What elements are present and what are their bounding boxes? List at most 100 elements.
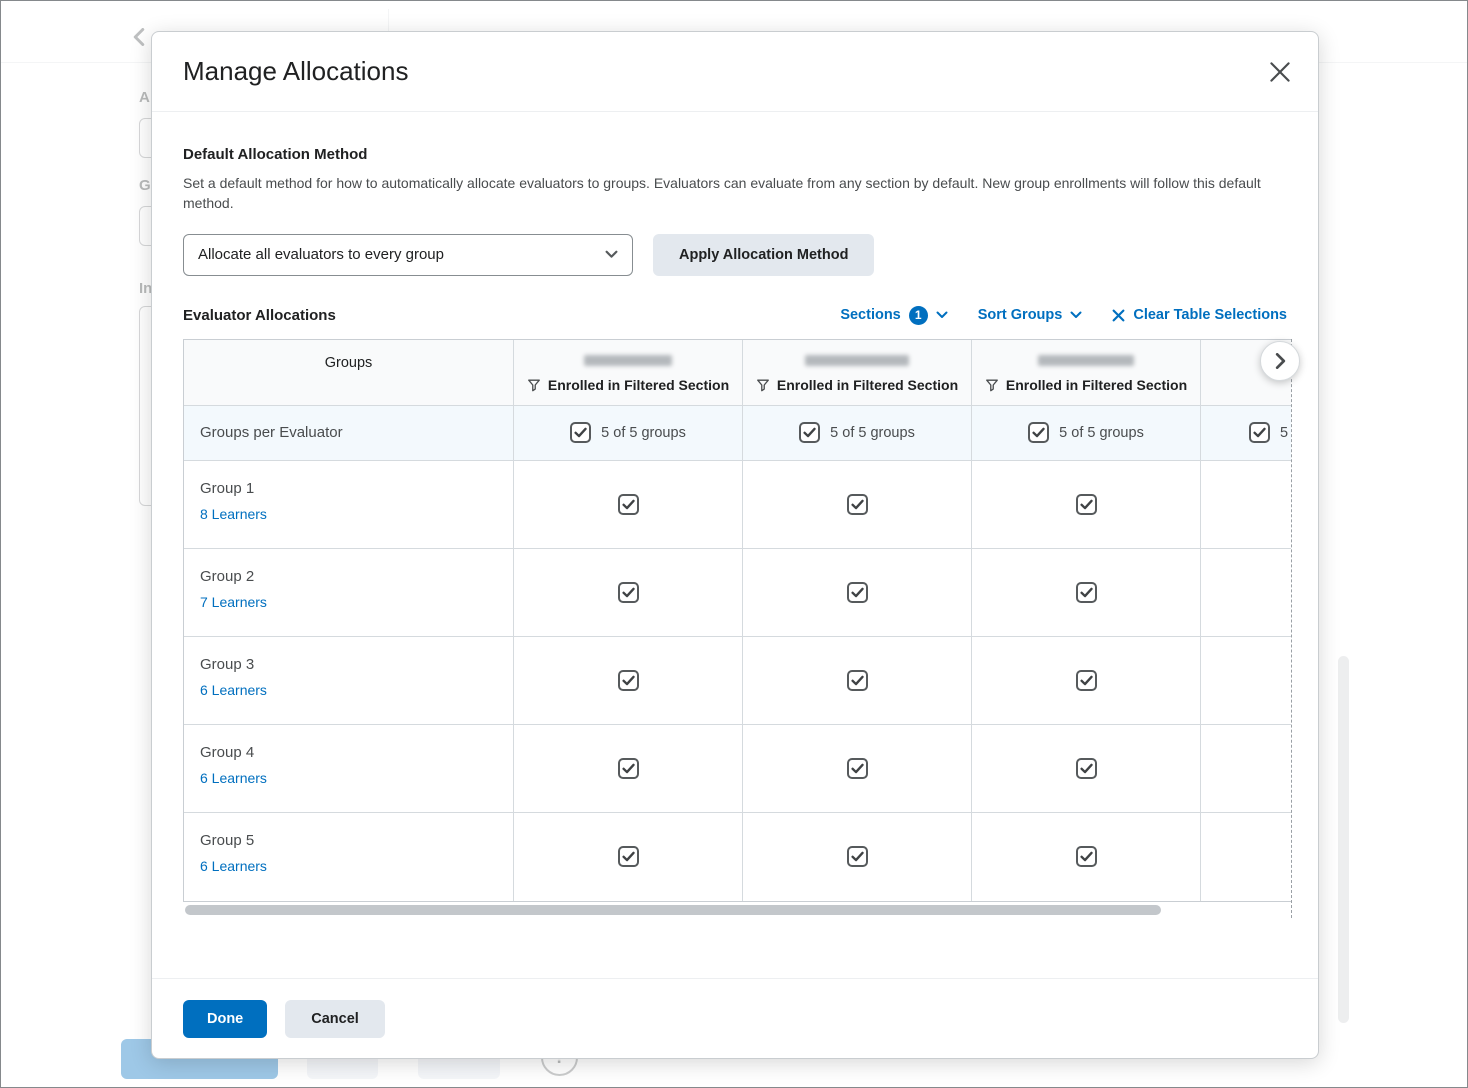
group-cell: Group 1 8 Learners [184,461,514,548]
close-button[interactable] [1262,54,1298,90]
summary-value: 5 of 5 groups [1059,425,1144,441]
manage-allocations-dialog: Manage Allocations Default Allocation Me… [151,31,1319,1059]
scroll-columns-right-button[interactable] [1260,341,1300,381]
allocation-method-value: Allocate all evaluators to every group [198,246,444,263]
allocation-checkbox[interactable] [1076,494,1097,515]
allocations-table-zone: Groups Enrolled in Filtered Section [183,339,1291,918]
browser-viewport: A G In ? Manage Allocations Default Allo… [0,0,1468,1088]
check-icon [1253,427,1266,438]
check-icon [622,851,635,862]
group-cell: Group 4 6 Learners [184,725,514,812]
allocation-checkbox[interactable] [847,494,868,515]
check-icon [803,427,816,438]
allocation-checkbox[interactable] [1076,846,1097,867]
done-button[interactable]: Done [183,1000,267,1038]
sort-groups-label: Sort Groups [978,307,1063,323]
check-icon [1080,763,1093,774]
allocation-checkbox[interactable] [1076,758,1097,779]
dialog-header: Manage Allocations [152,32,1318,112]
allocation-cell [972,725,1201,812]
check-icon [1080,587,1093,598]
chevron-down-icon [1070,311,1082,319]
learners-link[interactable]: 6 Learners [200,858,267,874]
horizontal-scrollbar-thumb[interactable] [185,905,1161,915]
chevron-right-icon [1275,353,1286,369]
sort-groups-button[interactable]: Sort Groups [978,307,1083,323]
column-select-all-checkbox[interactable] [799,422,820,443]
allocation-cell-partial [1201,461,1291,548]
evaluator-name-redacted [1038,355,1134,366]
summary-value: 5 of 5 groups [830,425,915,441]
allocation-checkbox[interactable] [618,494,639,515]
clear-table-selections-button[interactable]: Clear Table Selections [1112,307,1287,323]
check-icon [851,675,864,686]
filter-icon [756,378,770,392]
learners-link[interactable]: 8 Learners [200,506,267,522]
learners-link[interactable]: 6 Learners [200,682,267,698]
filter-label: Enrolled in Filtered Section [1006,377,1187,393]
summary-cell-partial: 5 of 5 groups [1201,406,1291,460]
table-row: Group 3 6 Learners [184,637,1291,725]
clear-x-icon [1112,309,1125,322]
summary-value: 5 of 5 groups [1280,425,1291,441]
allocation-cell [972,549,1201,636]
evaluator-allocations-header-row: Evaluator Allocations Sections 1 Sort Gr… [183,306,1287,325]
allocation-checkbox[interactable] [847,582,868,603]
allocation-checkbox[interactable] [1076,582,1097,603]
group-name: Group 5 [200,832,497,849]
allocation-checkbox[interactable] [618,758,639,779]
check-icon [574,427,587,438]
chevron-down-icon [936,311,948,319]
allocations-table: Groups Enrolled in Filtered Section [183,339,1291,902]
dialog-title: Manage Allocations [183,56,408,87]
allocation-checkbox[interactable] [618,846,639,867]
sections-label: Sections [840,307,900,323]
chevron-down-icon [605,250,618,259]
learners-link[interactable]: 7 Learners [200,594,267,610]
allocation-cell-partial [1201,549,1291,636]
apply-allocation-method-button[interactable]: Apply Allocation Method [653,234,874,276]
filter-icon [985,378,999,392]
learners-link[interactable]: 6 Learners [200,770,267,786]
allocation-checkbox[interactable] [1076,670,1097,691]
cancel-button[interactable]: Cancel [285,1000,385,1038]
method-row: Allocate all evaluators to every group A… [183,234,1287,276]
allocation-cell [743,813,972,901]
allocation-checkbox[interactable] [618,670,639,691]
check-icon [1080,851,1093,862]
allocation-checkbox[interactable] [847,758,868,779]
check-icon [1032,427,1045,438]
allocation-checkbox[interactable] [847,670,868,691]
clear-selections-label: Clear Table Selections [1133,307,1287,323]
allocation-cell [972,813,1201,901]
allocation-cell [972,637,1201,724]
sections-filter-button[interactable]: Sections 1 [840,306,947,325]
group-cell: Group 5 6 Learners [184,813,514,901]
check-icon [851,763,864,774]
column-select-all-checkbox[interactable] [570,422,591,443]
check-icon [622,763,635,774]
group-cell: Group 2 7 Learners [184,549,514,636]
column-select-all-checkbox[interactable] [1249,422,1270,443]
filter-icon [527,378,541,392]
filter-label: Enrolled in Filtered Section [548,377,729,393]
dialog-footer: Done Cancel [152,978,1318,1058]
close-icon [1270,62,1290,82]
allocation-cell [514,549,743,636]
check-icon [851,499,864,510]
allocation-method-select[interactable]: Allocate all evaluators to every group [183,234,633,276]
allocation-checkbox[interactable] [618,582,639,603]
allocation-cell [972,461,1201,548]
check-icon [851,851,864,862]
column-select-all-checkbox[interactable] [1028,422,1049,443]
evaluator-column-header: Enrolled in Filtered Section [743,340,972,405]
table-row: Group 1 8 Learners [184,461,1291,549]
dialog-body: Default Allocation Method Set a default … [152,112,1318,978]
table-row: Group 4 6 Learners [184,725,1291,813]
allocation-cell-partial [1201,813,1291,901]
groups-column-header: Groups [184,340,514,405]
allocation-checkbox[interactable] [847,846,868,867]
horizontal-scrollbar [183,902,1291,918]
sections-count-badge: 1 [909,306,928,325]
summary-row: Groups per Evaluator 5 of 5 groups 5 of … [184,406,1291,461]
